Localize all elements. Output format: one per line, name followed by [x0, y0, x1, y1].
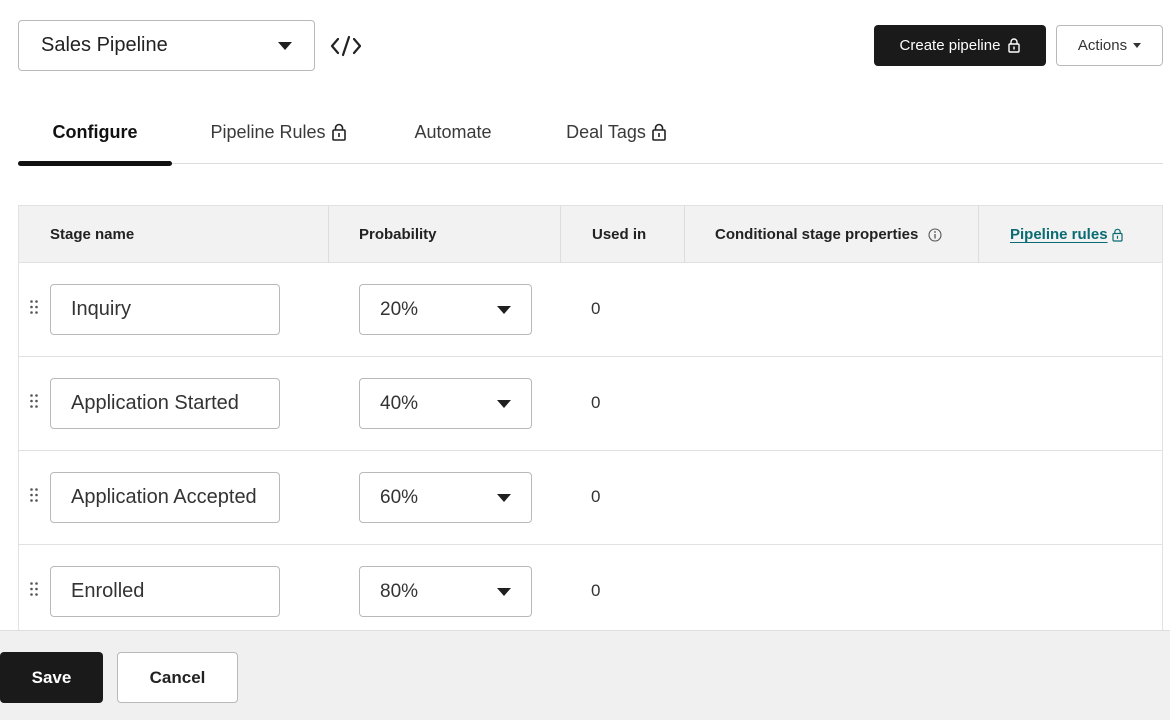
column-header-probability: Probability [329, 206, 561, 263]
probability-select[interactable]: 80% [359, 566, 532, 617]
chevron-down-icon [497, 493, 511, 502]
lock-icon [1008, 38, 1021, 53]
actions-label: Actions [1077, 37, 1128, 54]
table-row: 40% 0 [19, 357, 1162, 451]
column-label: Conditional stage properties [715, 226, 919, 243]
tab-label: Pipeline Rules [210, 121, 326, 142]
probability-value: 40% [380, 392, 419, 414]
used-in-count: 0 [591, 299, 601, 318]
tab-label: Configure [52, 121, 138, 142]
tab-deal-tags[interactable]: Deal Tags [556, 100, 676, 164]
lock-icon [652, 123, 666, 141]
tab-pipeline-rules[interactable]: Pipeline Rules [198, 100, 358, 164]
pipeline-select[interactable]: Sales Pipeline [18, 20, 315, 71]
column-header-stage-name: Stage name [19, 206, 329, 263]
column-header-pipeline-rules: Pipeline rules [979, 206, 1162, 263]
tab-automate[interactable]: Automate [398, 100, 508, 164]
probability-value: 60% [380, 486, 419, 508]
chevron-down-icon [497, 305, 511, 314]
table-header: Stage name Probability Used in Condition… [19, 206, 1162, 263]
probability-select[interactable]: 40% [359, 378, 532, 429]
probability-select[interactable]: 60% [359, 472, 532, 523]
tab-label: Deal Tags [566, 121, 646, 142]
drag-handle-icon[interactable] [29, 393, 39, 409]
create-pipeline-label: Create pipeline [899, 37, 1001, 54]
link-label: Pipeline rules [1010, 226, 1108, 243]
stage-name-input[interactable] [50, 566, 280, 617]
tab-label: Automate [414, 121, 492, 142]
stage-name-input[interactable] [50, 378, 280, 429]
chevron-down-icon [278, 41, 292, 50]
cancel-button[interactable]: Cancel [117, 652, 238, 703]
drag-handle-icon[interactable] [29, 299, 39, 315]
used-in-count: 0 [591, 581, 601, 600]
used-in-count: 0 [591, 393, 601, 412]
used-in-count: 0 [591, 487, 601, 506]
lock-icon [1111, 228, 1123, 242]
pipeline-select-value: Sales Pipeline [41, 34, 168, 56]
drag-handle-icon[interactable] [29, 581, 39, 597]
code-icon[interactable] [329, 33, 363, 59]
stage-name-input[interactable] [50, 472, 280, 523]
column-label: Probability [359, 226, 437, 243]
column-label: Used in [592, 226, 647, 243]
info-icon[interactable] [928, 227, 942, 242]
lock-icon [331, 123, 346, 141]
column-label: Stage name [50, 226, 135, 243]
probability-value: 20% [380, 298, 419, 320]
caret-down-icon [1133, 43, 1142, 48]
pipeline-rules-link[interactable]: Pipeline rules [1010, 226, 1123, 243]
table-row: 20% 0 [19, 263, 1162, 357]
column-header-used-in: Used in [561, 206, 685, 263]
probability-value: 80% [380, 580, 419, 602]
table-row: 80% 0 [19, 545, 1162, 630]
probability-select[interactable]: 20% [359, 284, 532, 335]
footer-bar: Save Cancel [0, 630, 1170, 720]
save-button[interactable]: Save [0, 652, 103, 703]
stages-table: Stage name Probability Used in Condition… [18, 205, 1163, 630]
active-tab-indicator [18, 161, 172, 166]
tab-bar: Configure Pipeline Rules Automate Deal T… [18, 100, 1163, 166]
create-pipeline-button[interactable]: Create pipeline [874, 25, 1046, 66]
drag-handle-icon[interactable] [29, 487, 39, 503]
table-row: 60% 0 [19, 451, 1162, 545]
column-header-conditional-stage-properties: Conditional stage properties [685, 206, 979, 263]
actions-button[interactable]: Actions [1056, 25, 1163, 66]
chevron-down-icon [497, 587, 511, 596]
tab-configure[interactable]: Configure [18, 100, 172, 164]
chevron-down-icon [497, 399, 511, 408]
stage-name-input[interactable] [50, 284, 280, 335]
